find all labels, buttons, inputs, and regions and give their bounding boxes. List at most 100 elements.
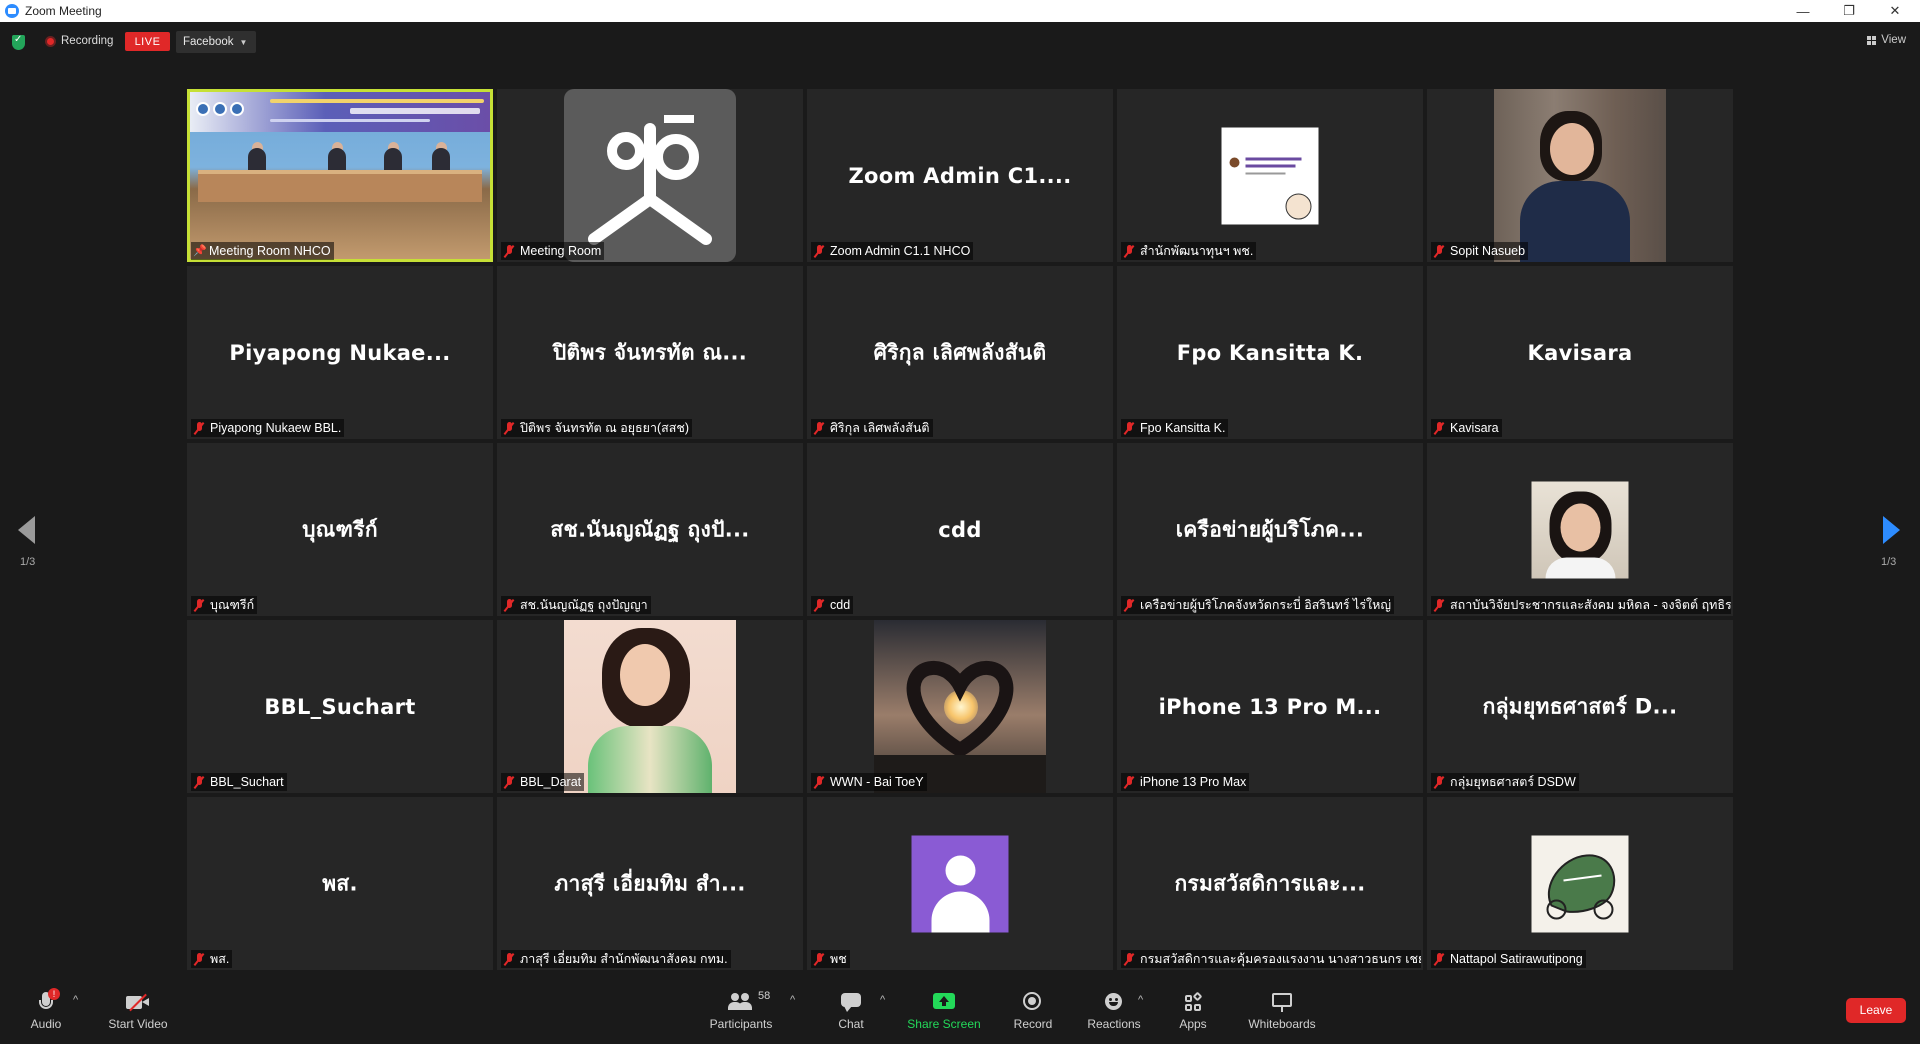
muted-mic-icon	[813, 421, 825, 435]
recording-indicator[interactable]: Recording	[45, 35, 113, 47]
participant-tile[interactable]: กรมสวัสดิการและ... กรมสวัสดิการและคุ้มคร…	[1117, 797, 1423, 970]
participant-display-name: เครือข่ายผู้บริโภค...	[1175, 517, 1365, 541]
apps-button[interactable]: Apps	[1172, 991, 1214, 1038]
chat-button[interactable]: Chat	[829, 992, 873, 1038]
participant-name-label: BBL_Suchart	[191, 773, 287, 791]
participant-tile[interactable]: สำนักพัฒนาทุนฯ พช.	[1117, 89, 1423, 262]
participant-tile[interactable]: Fpo Kansitta K. Fpo Kansitta K.	[1117, 266, 1423, 439]
next-page-button[interactable]	[1883, 516, 1900, 544]
participant-tile[interactable]: WWN - Bai ToeY	[807, 620, 1113, 793]
whiteboard-icon	[1271, 992, 1293, 1012]
participant-tile[interactable]: ศิริกุล เลิศพลังสันติ ศิริกุล เลิศพลังสั…	[807, 266, 1113, 439]
restore-button[interactable]: ❐	[1826, 0, 1872, 22]
participant-tile[interactable]: เครือข่ายผู้บริโภค... เครือข่ายผู้บริโภค…	[1117, 443, 1423, 616]
participant-tile[interactable]: สถาบันวิจัยประชากรและสังคม มหิดล - จงจิต…	[1427, 443, 1733, 616]
participant-name: ปิติพร จันทรทัต ณ อยุธยา(สสช)	[520, 421, 690, 435]
stream-target-label: Facebook	[183, 36, 234, 48]
muted-mic-icon	[503, 952, 515, 966]
apps-icon	[1183, 991, 1203, 1012]
record-icon	[1022, 992, 1044, 1012]
participant-name: สถาบันวิจัยประชากรและสังคม มหิดล - จงจิต…	[1450, 598, 1731, 612]
muted-mic-icon	[1123, 598, 1135, 612]
participant-tile[interactable]: cdd cdd	[807, 443, 1113, 616]
participant-display-name: กรมสวัสดิการและ...	[1174, 871, 1366, 895]
participant-name-label: cdd	[811, 596, 854, 614]
security-shield-icon[interactable]	[12, 34, 25, 50]
recording-label: Recording	[61, 35, 114, 47]
stream-target-dropdown[interactable]: Facebook ▼	[176, 31, 256, 53]
chat-options-caret[interactable]: ^	[880, 994, 885, 1006]
participant-name-label: บุณฑรีก์	[191, 596, 258, 614]
participant-tile[interactable]: Piyapong Nukae... Piyapong Nukaew BBL.	[187, 266, 493, 439]
participants-button[interactable]: 58 Participants	[706, 990, 776, 1038]
participant-name-label: กรมสวัสดิการและคุ้มครองแรงงาน นางสาวธนกร…	[1121, 950, 1421, 968]
participant-tile[interactable]: กลุ่มยุทธศาสตร์ D... กลุ่มยุทธศาสตร์ DSD…	[1427, 620, 1733, 793]
minimize-button[interactable]: —	[1780, 0, 1826, 22]
participant-display-name: พส.	[322, 871, 358, 895]
participant-name-label: Nattapol Satirawutipong	[1431, 950, 1586, 968]
participant-video	[874, 620, 1046, 793]
participant-display-name: BBL_Suchart	[264, 694, 416, 719]
participant-tile[interactable]: พช	[807, 797, 1113, 970]
muted-mic-icon	[813, 775, 825, 789]
participant-name-label: สถาบันวิจัยประชากรและสังคม มหิดล - จงจิต…	[1431, 596, 1731, 614]
participant-name: ศิริกุล เลิศพลังสันติ	[830, 421, 930, 435]
share-screen-button[interactable]: Share Screen	[906, 992, 982, 1038]
participant-tile[interactable]: บุณฑรีก์ บุณฑรีก์	[187, 443, 493, 616]
participant-tile[interactable]: Nattapol Satirawutipong	[1427, 797, 1733, 970]
prev-page-button[interactable]	[18, 516, 35, 544]
participants-options-caret[interactable]: ^	[790, 994, 795, 1006]
participant-display-name: iPhone 13 Pro M...	[1158, 694, 1382, 719]
view-button[interactable]: View	[1867, 34, 1906, 46]
participants-icon	[728, 992, 754, 1012]
next-page-indicator: 1/3	[1881, 556, 1897, 568]
participant-name: Piyapong Nukaew BBL.	[210, 421, 342, 435]
participant-display-name: Kavisara	[1527, 340, 1633, 365]
participant-name-label: สำนักพัฒนาทุนฯ พช.	[1121, 242, 1257, 260]
participant-display-name: สช.นันญณัฏฐ ถุงปั...	[550, 517, 750, 541]
participant-display-name: Fpo Kansitta K.	[1176, 340, 1364, 365]
participants-count: 58	[758, 990, 771, 1002]
participant-tile[interactable]: ปิติพร จันทรทัต ณ... ปิติพร จันทรทัต ณ อ…	[497, 266, 803, 439]
participant-tile[interactable]: ภาสุรี เอี่ยมทิม สำ... ภาสุรี เอี่ยมทิม …	[497, 797, 803, 970]
muted-mic-icon	[503, 598, 515, 612]
smiley-icon	[1103, 992, 1125, 1012]
participant-name: BBL_Suchart	[210, 775, 284, 789]
reactions-options-caret[interactable]: ^	[1138, 994, 1143, 1006]
window-titlebar: Zoom Meeting — ❐ ✕	[0, 0, 1920, 22]
record-button[interactable]: Record	[1008, 992, 1058, 1038]
participant-tile[interactable]: BBL_Suchart BBL_Suchart	[187, 620, 493, 793]
participant-name: Zoom Admin C1.1 NHCO	[830, 244, 971, 258]
audio-button[interactable]: ! Audio	[22, 988, 70, 1038]
audio-warning-badge: !	[48, 988, 60, 1000]
muted-mic-icon	[1123, 244, 1135, 258]
reactions-button[interactable]: Reactions	[1084, 992, 1144, 1038]
leave-button[interactable]: Leave	[1846, 998, 1906, 1023]
participant-tile[interactable]: 📌 Meeting Room NHCO	[187, 89, 493, 262]
whiteboards-button[interactable]: Whiteboards	[1242, 992, 1322, 1038]
muted-mic-icon	[813, 598, 825, 612]
start-video-button[interactable]: Start Video	[104, 992, 172, 1038]
participant-display-name: ภาสุรี เอี่ยมทิม สำ...	[554, 871, 746, 895]
live-badge[interactable]: LIVE	[125, 32, 170, 51]
meeting-room-video	[190, 92, 490, 259]
participant-name: พช	[830, 952, 847, 966]
participant-name-label: ปิติพร จันทรทัต ณ อยุธยา(สสช)	[501, 419, 693, 437]
participant-tile[interactable]: iPhone 13 Pro M... iPhone 13 Pro Max	[1117, 620, 1423, 793]
participant-tile[interactable]: Kavisara Kavisara	[1427, 266, 1733, 439]
participant-tile[interactable]: พส. พส.	[187, 797, 493, 970]
participant-name: Meeting Room	[520, 244, 602, 258]
participant-name: สช.นันญณัฏฐ ถุงปัญญา	[520, 598, 648, 612]
close-button[interactable]: ✕	[1872, 0, 1918, 22]
muted-mic-icon	[193, 775, 205, 789]
participant-name: Sopit Nasueb	[1450, 244, 1526, 258]
muted-mic-icon	[1433, 775, 1445, 789]
participant-tile[interactable]: BBL_Darat	[497, 620, 803, 793]
participant-tile[interactable]: Meeting Room	[497, 89, 803, 262]
audio-options-caret[interactable]: ^	[73, 994, 78, 1006]
participant-tile[interactable]: สช.นันญณัฏฐ ถุงปั... สช.นันญณัฏฐ ถุงปัญญ…	[497, 443, 803, 616]
participant-tile[interactable]: Sopit Nasueb	[1427, 89, 1733, 262]
participant-video	[564, 620, 736, 793]
muted-mic-icon	[193, 421, 205, 435]
participant-tile[interactable]: Zoom Admin C1.... Zoom Admin C1.1 NHCO	[807, 89, 1113, 262]
